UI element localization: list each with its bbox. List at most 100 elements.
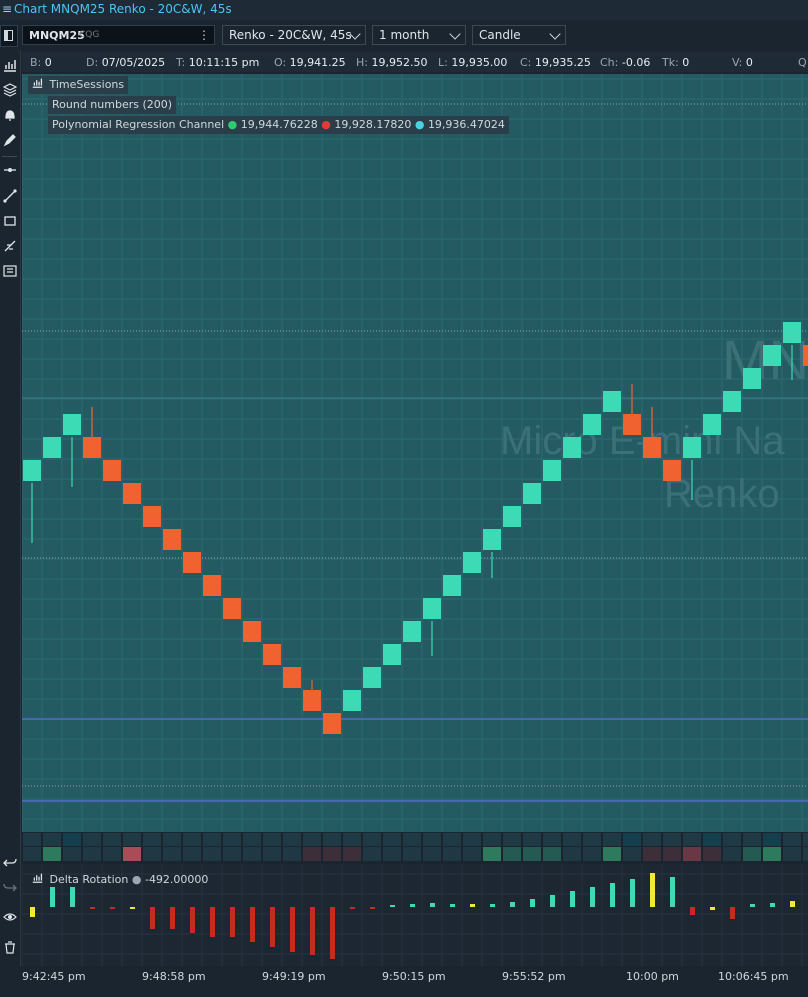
- session-cell: [143, 847, 161, 861]
- session-cell: [783, 833, 801, 846]
- session-cell: [103, 847, 121, 861]
- delta-bar: [490, 904, 495, 907]
- pencil-icon[interactable]: [2, 133, 17, 148]
- legend-round-numbers[interactable]: Round numbers (200): [48, 96, 177, 114]
- delta-bar: [50, 887, 55, 907]
- session-cell: [63, 833, 81, 846]
- legend-timesessions-label: TimeSessions: [49, 78, 125, 91]
- indicator-settings-icon[interactable]: [32, 871, 46, 889]
- delta-rotation-value: -492.00000: [144, 873, 209, 886]
- info-q: Q: [798, 56, 807, 69]
- delta-bar: [390, 905, 395, 907]
- session-cell: [263, 833, 281, 846]
- indicators-icon[interactable]: [2, 58, 17, 73]
- delta-bar: [450, 904, 455, 907]
- chevron-down-icon: [549, 28, 561, 40]
- delta-bar: [670, 877, 675, 907]
- rectangle-icon[interactable]: [2, 214, 17, 229]
- data-feed-label: CQG: [79, 30, 100, 40]
- session-cell: [243, 833, 261, 846]
- renko-brick: [303, 690, 321, 711]
- teal-dot-icon: ●: [414, 118, 425, 131]
- hamburger-menu-icon[interactable]: ≡: [2, 2, 12, 16]
- session-cell: [303, 847, 321, 861]
- trend-line-icon[interactable]: [2, 189, 17, 204]
- style-dropdown[interactable]: Candle: [472, 25, 566, 45]
- chart-type-dropdown[interactable]: Renko - 20C&W, 45s: [222, 25, 366, 45]
- session-cell: [683, 847, 701, 861]
- session-cell: [163, 833, 181, 846]
- fibonacci-icon[interactable]: [2, 239, 17, 254]
- period-dropdown[interactable]: 1 month: [372, 25, 466, 45]
- delta-bar: [30, 907, 35, 917]
- trash-icon[interactable]: [2, 940, 17, 955]
- renko-brick: [603, 391, 621, 412]
- legend-poly-regression[interactable]: Polynomial Regression Channel ● 19,944.7…: [48, 116, 509, 134]
- renko-brick: [43, 437, 61, 458]
- session-cell: [183, 847, 201, 861]
- renko-brick: [243, 621, 261, 642]
- renko-brick: [363, 667, 381, 688]
- session-cell: [223, 847, 241, 861]
- chevron-down-icon: [449, 28, 461, 40]
- session-cell: [383, 847, 401, 861]
- session-cell: [23, 847, 41, 861]
- legend-timesessions[interactable]: TimeSessions: [28, 76, 129, 94]
- session-cell: [543, 833, 561, 846]
- template-icon[interactable]: [2, 264, 17, 279]
- layers-icon[interactable]: [2, 83, 17, 98]
- renko-brick: [123, 483, 141, 504]
- delta-bar: [330, 907, 335, 959]
- time-axis-label: 10:00 pm: [626, 970, 679, 983]
- renko-brick: [143, 506, 161, 527]
- symbol-selector[interactable]: MNQM25 CQG ⋮: [22, 25, 215, 45]
- main-price-chart[interactable]: MNQMicro E-mini NaRenko TimeSessions Rou…: [22, 74, 808, 832]
- redo-icon[interactable]: [2, 880, 17, 895]
- watermark-name: Micro E-mini Na: [500, 419, 785, 463]
- watermark-type: Renko: [664, 472, 780, 516]
- renko-brick: [323, 713, 341, 734]
- panel-toggle-icon[interactable]: [0, 25, 18, 47]
- session-cell: [283, 833, 301, 846]
- chart-type-value: Renko - 20C&W, 45s: [229, 28, 352, 42]
- legend-poly-value-2: 19,928.17820: [334, 118, 412, 131]
- info-high: H: 19,952.50: [356, 56, 428, 69]
- session-cell: [563, 833, 581, 846]
- info-change: Ch: -0.06: [600, 56, 651, 69]
- delta-bar: [550, 895, 555, 907]
- delta-bar: [270, 907, 275, 947]
- delta-rotation-panel[interactable]: Delta Rotation ● -492.00000: [22, 864, 808, 966]
- delta-bar: [410, 904, 415, 907]
- delta-bar: [730, 907, 735, 919]
- delta-bar: [770, 903, 775, 907]
- renko-brick: [623, 414, 641, 435]
- session-cell: [723, 833, 741, 846]
- indicator-settings-icon[interactable]: [32, 76, 46, 94]
- session-cell: [503, 847, 521, 861]
- renko-brick: [543, 460, 561, 481]
- session-cell: [83, 833, 101, 846]
- more-options-icon[interactable]: ⋮: [198, 28, 210, 42]
- grey-dot-icon: ●: [131, 873, 142, 886]
- renko-brick: [643, 437, 661, 458]
- renko-brick: [203, 575, 221, 596]
- renko-brick: [183, 552, 201, 573]
- delta-bar: [170, 907, 175, 929]
- horizontal-line-icon[interactable]: [2, 163, 17, 178]
- undo-icon[interactable]: [2, 855, 17, 870]
- session-cell: [83, 847, 101, 861]
- renko-chart-svg[interactable]: MNQMicro E-mini NaRenko: [22, 74, 808, 832]
- info-b: B: 0: [30, 56, 52, 69]
- renko-brick: [743, 368, 761, 389]
- visibility-eye-icon[interactable]: [2, 910, 17, 925]
- delta-bar: [750, 904, 755, 907]
- delta-bar: [190, 907, 195, 933]
- session-cell: [623, 833, 641, 846]
- time-axis[interactable]: 9:42:45 pm 9:48:58 pm 9:49:19 pm 9:50:15…: [0, 966, 808, 997]
- alert-bell-icon[interactable]: [2, 108, 17, 123]
- session-cell: [103, 833, 121, 846]
- session-cell: [763, 833, 781, 846]
- session-cell: [203, 833, 221, 846]
- legend-delta-rotation[interactable]: Delta Rotation ● -492.00000: [28, 871, 212, 889]
- session-cell: [143, 833, 161, 846]
